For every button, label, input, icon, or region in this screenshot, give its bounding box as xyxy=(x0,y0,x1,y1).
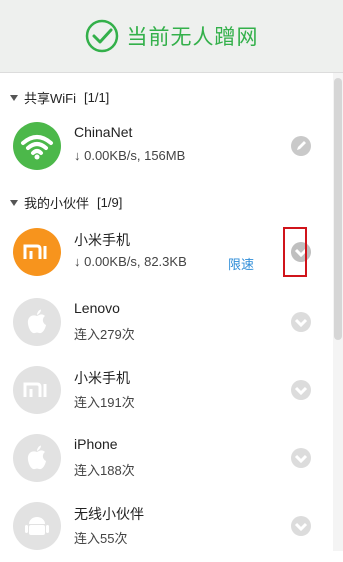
device-row-3[interactable]: iPhone 连入188次 xyxy=(0,424,330,494)
block-device-icon[interactable] xyxy=(290,379,312,401)
section-label: 共享WiFi xyxy=(24,91,76,106)
collapse-triangle-icon[interactable] xyxy=(10,94,18,101)
device-name: 无线小伙伴 xyxy=(74,506,144,522)
block-device-icon[interactable] xyxy=(290,447,312,469)
mi-logo-icon xyxy=(13,366,61,414)
device-name: iPhone xyxy=(74,436,118,452)
section-count: [1/1] xyxy=(84,90,110,105)
device-row-2[interactable]: 小米手机 连入191次 xyxy=(0,356,330,426)
apple-icon xyxy=(13,298,61,346)
wifi-row[interactable]: ChinaNet ↓ 0.00KB/s, 156MB xyxy=(0,112,330,182)
device-connect-count: 连入191次 xyxy=(74,395,135,410)
collapse-triangle-icon[interactable] xyxy=(10,199,18,206)
device-name: 小米手机 xyxy=(74,370,130,386)
wifi-stats: ↓ 0.00KB/s, 156MB xyxy=(74,148,186,163)
device-row-1[interactable]: Lenovo 连入279次 xyxy=(0,288,330,358)
check-circle-icon xyxy=(85,19,118,53)
section-label: 我的小伙伴 xyxy=(24,196,90,211)
scrollbar-thumb[interactable] xyxy=(334,78,342,340)
block-device-icon[interactable] xyxy=(290,515,312,537)
device-row-4[interactable]: 无线小伙伴 连入55次 xyxy=(0,492,330,562)
block-device-icon[interactable] xyxy=(290,311,312,333)
status-header: 当前无人蹭网 xyxy=(0,0,343,73)
section-shared-wifi[interactable]: 共享WiFi [1/1] xyxy=(10,88,109,107)
device-stats: ↓ 0.00KB/s, 82.3KB xyxy=(74,254,187,269)
device-row-0[interactable]: 小米手机 ↓ 0.00KB/s, 82.3KB 限速 xyxy=(0,218,330,288)
section-count: [1/9] xyxy=(97,195,123,210)
device-name: 小米手机 xyxy=(74,232,130,248)
wifi-name: ChinaNet xyxy=(74,124,133,140)
section-my-friends[interactable]: 我的小伙伴 [1/9] xyxy=(10,193,122,212)
apple-icon xyxy=(13,434,61,482)
edit-icon[interactable] xyxy=(290,135,312,157)
device-connect-count: 连入188次 xyxy=(74,463,135,478)
highlight-box xyxy=(283,227,307,277)
mi-logo-icon xyxy=(13,228,61,276)
wifi-icon xyxy=(13,122,61,170)
status-title: 当前无人蹭网 xyxy=(126,26,259,49)
android-icon xyxy=(13,502,61,550)
limit-speed-link[interactable]: 限速 xyxy=(228,254,254,273)
device-connect-count: 连入279次 xyxy=(74,327,135,342)
device-connect-count: 连入55次 xyxy=(74,531,128,546)
device-name: Lenovo xyxy=(74,300,120,316)
